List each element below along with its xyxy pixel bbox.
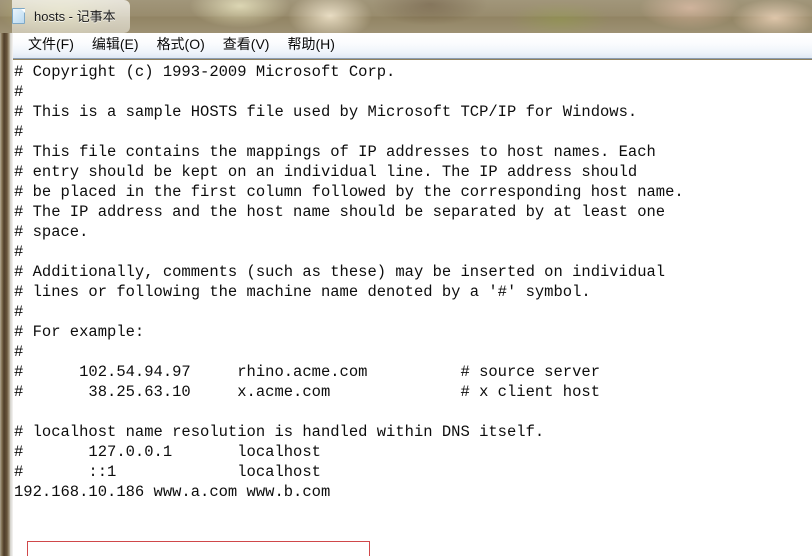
notepad-document-icon xyxy=(12,8,26,25)
title-bar-caption: hosts - 记事本 xyxy=(12,0,130,33)
menu-view[interactable]: 查看(V) xyxy=(214,34,279,56)
editor-line: # entry should be kept on an individual … xyxy=(14,163,638,181)
editor-line: # For example: xyxy=(14,323,145,341)
menu-edit[interactable]: 编辑(E) xyxy=(83,34,148,56)
editor-line: # This is a sample HOSTS file used by Mi… xyxy=(14,103,638,121)
notepad-window: hosts - 记事本 文件(F) 编辑(E) 格式(O) 查看(V) 帮助(H) # … xyxy=(0,0,812,556)
menu-help[interactable]: 帮助(H) xyxy=(278,34,343,56)
editor-line: # xyxy=(14,303,24,321)
window-title: hosts - 记事本 xyxy=(34,9,116,24)
red-annotation-box xyxy=(27,541,370,556)
editor-line: # This file contains the mappings of IP … xyxy=(14,143,656,161)
editor-line: # xyxy=(14,343,24,361)
editor-line: # 127.0.0.1 localhost xyxy=(14,443,321,461)
text-editor-area[interactable]: # Copyright (c) 1993-2009 Microsoft Corp… xyxy=(13,60,812,556)
title-bar[interactable]: hosts - 记事本 xyxy=(0,0,812,33)
editor-line: # localhost name resolution is handled w… xyxy=(14,423,545,441)
editor-line: # xyxy=(14,123,24,141)
editor-line: # be placed in the first column followed… xyxy=(14,183,684,201)
editor-line: # 102.54.94.97 rhino.acme.com # source s… xyxy=(14,363,600,381)
editor-line: # Additionally, comments (such as these)… xyxy=(14,263,666,281)
menu-file[interactable]: 文件(F) xyxy=(19,34,83,56)
editor-line: 192.168.10.186 www.a.com www.b.com xyxy=(14,483,331,501)
editor-line: # xyxy=(14,83,24,101)
editor-line: # lines or following the machine name de… xyxy=(14,283,591,301)
editor-line: # xyxy=(14,243,24,261)
document-text[interactable]: # Copyright (c) 1993-2009 Microsoft Corp… xyxy=(14,62,811,522)
editor-line: # 38.25.63.10 x.acme.com # x client host xyxy=(14,383,600,401)
editor-line: # ::1 localhost xyxy=(14,463,321,481)
editor-line: # The IP address and the host name shoul… xyxy=(14,203,666,221)
window-frame-left xyxy=(0,33,13,556)
editor-line: # space. xyxy=(14,223,89,241)
editor-line: # Copyright (c) 1993-2009 Microsoft Corp… xyxy=(14,63,396,81)
menu-bar: 文件(F) 编辑(E) 格式(O) 查看(V) 帮助(H) xyxy=(13,33,812,59)
menu-format[interactable]: 格式(O) xyxy=(148,34,214,56)
